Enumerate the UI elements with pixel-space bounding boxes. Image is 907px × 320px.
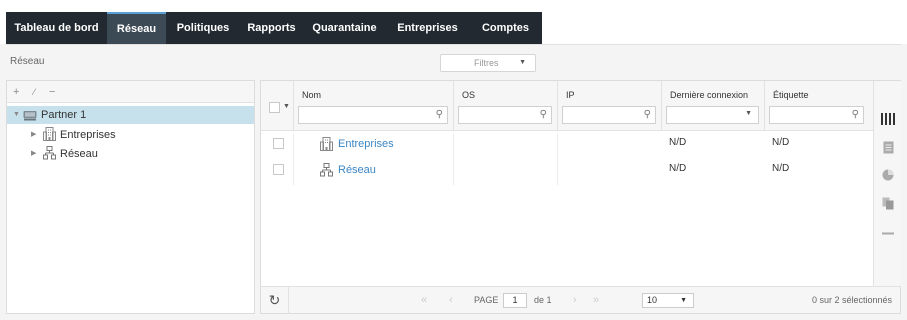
breadcrumb: Réseau — [10, 56, 45, 67]
grid-header: ▼ Nom ⚲ OS ⚲ IP ⚲ Dernière connexion ▼ É… — [261, 81, 873, 131]
column-header-label: OS — [462, 90, 476, 100]
remove-icon[interactable]: − — [49, 86, 55, 98]
tree-item-label: Partner 1 — [41, 109, 87, 121]
cell-text: N/D — [772, 137, 790, 148]
page-number-input[interactable]: 1 — [503, 293, 527, 308]
collapsed-arrow-icon[interactable]: ▶ — [31, 126, 36, 144]
grid-side-toolbar — [873, 81, 901, 286]
page-size-value: 10 — [647, 295, 658, 305]
search-icon[interactable]: ⚲ — [436, 109, 443, 120]
os-filter-input[interactable]: ⚲ — [458, 106, 552, 124]
tree-panel: + ⁄ − ▼ Partner 1 ▶ Entreprises ▶ Réseau — [6, 80, 255, 314]
collapsed-arrow-icon[interactable]: ▶ — [31, 145, 36, 163]
row-name-link[interactable]: Entreprises — [320, 134, 394, 154]
column-ip: IP ⚲ — [557, 81, 661, 131]
add-icon[interactable]: + — [13, 86, 19, 98]
ip-filter-input[interactable]: ⚲ — [562, 106, 656, 124]
tab-rapports[interactable]: Rapports — [240, 12, 303, 44]
tag-filter-input[interactable]: ⚲ — [769, 106, 864, 124]
row-checkbox[interactable] — [273, 164, 284, 175]
column-header-label: IP — [566, 90, 575, 100]
row-name-link[interactable]: Réseau — [320, 160, 376, 180]
page-label: PAGE — [474, 295, 499, 305]
tree-toolbar: + ⁄ − — [7, 81, 254, 103]
chevron-down-icon: ▼ — [745, 110, 752, 117]
chevron-down-icon: ▼ — [519, 59, 526, 66]
select-all-checkbox[interactable] — [269, 102, 280, 113]
refresh-icon[interactable]: ↻ — [261, 287, 289, 314]
tree-item-partner-1[interactable]: ▼ Partner 1 — [7, 106, 254, 124]
edit-icon[interactable]: ⁄ — [33, 87, 35, 97]
filters-label: Filtres — [474, 58, 499, 68]
table-row[interactable]: Entreprises N/D N/D — [261, 133, 873, 159]
column-header-label: Nom — [302, 90, 322, 100]
prev-page-icon[interactable]: ‹ — [449, 287, 453, 314]
chevron-down-icon: ▼ — [680, 297, 687, 304]
column-derniere-connexion: Dernière connexion ▼ — [661, 81, 764, 131]
network-icon — [43, 146, 56, 166]
last-connection-filter-select[interactable]: ▼ — [666, 106, 759, 124]
selection-count: 0 sur 2 sélectionnés — [812, 295, 893, 305]
cell-os — [453, 159, 557, 185]
cell-last-connection: N/D — [669, 133, 764, 159]
cell-tag: N/D — [772, 133, 867, 159]
breadcrumb-bar: Réseau Filtres ▼ — [6, 44, 901, 78]
copy-icon[interactable] — [878, 193, 898, 213]
cell-ip — [557, 133, 661, 159]
tree-item-reseau[interactable]: ▶ Réseau — [7, 145, 254, 163]
cell-text: N/D — [669, 163, 687, 174]
column-header-label: Dernière connexion — [670, 90, 749, 100]
next-page-icon[interactable]: › — [573, 287, 577, 314]
remove-icon[interactable] — [878, 223, 898, 243]
pie-chart-icon[interactable] — [878, 165, 898, 185]
cell-text: N/D — [772, 163, 790, 174]
tab-quarantaine[interactable]: Quarantaine — [303, 12, 386, 44]
cell-text: N/D — [669, 137, 687, 148]
top-navigation: Tableau de bord Réseau Politiques Rappor… — [0, 0, 907, 44]
tree-item-label: Réseau — [60, 148, 98, 160]
column-etiquette: Étiquette ⚲ — [764, 81, 873, 131]
building-icon — [43, 127, 56, 147]
nav-bar: Tableau de bord Réseau Politiques Rappor… — [6, 12, 542, 44]
tab-comptes[interactable]: Comptes — [469, 12, 542, 44]
chevron-down-icon[interactable]: ▼ — [283, 103, 290, 110]
columns-icon[interactable] — [878, 109, 898, 129]
search-icon[interactable]: ⚲ — [540, 109, 547, 120]
table-row[interactable]: Réseau N/D N/D — [261, 159, 873, 185]
tab-entreprises[interactable]: Entreprises — [386, 12, 469, 44]
tree-item-entreprises[interactable]: ▶ Entreprises — [7, 126, 254, 144]
row-checkbox[interactable] — [273, 138, 284, 149]
first-page-icon[interactable]: « — [421, 287, 427, 314]
column-nom: Nom ⚲ — [293, 81, 453, 131]
report-icon[interactable] — [878, 137, 898, 157]
tab-reseau[interactable]: Réseau — [107, 12, 166, 44]
column-os: OS ⚲ — [453, 81, 557, 131]
cell-ip — [557, 159, 661, 185]
page-size-select[interactable]: 10 ▼ — [642, 293, 694, 308]
network-grid-panel: ▼ Nom ⚲ OS ⚲ IP ⚲ Dernière connexion ▼ É… — [260, 80, 901, 314]
last-page-icon[interactable]: » — [593, 287, 599, 314]
column-header-label: Étiquette — [773, 90, 809, 100]
cell-last-connection: N/D — [669, 159, 764, 185]
filters-dropdown[interactable]: Filtres ▼ — [440, 54, 536, 72]
computer-icon — [23, 109, 37, 127]
expanded-arrow-icon[interactable]: ▼ — [13, 106, 20, 124]
tree-item-label: Entreprises — [60, 129, 116, 141]
cell-name: Réseau — [293, 159, 453, 185]
cell-os — [453, 133, 557, 159]
tab-tableau-de-bord[interactable]: Tableau de bord — [6, 12, 107, 44]
tab-politiques[interactable]: Politiques — [166, 12, 240, 44]
cell-tag: N/D — [772, 159, 867, 185]
page-total-label: de 1 — [534, 295, 552, 305]
cell-name: Entreprises — [293, 133, 453, 159]
search-icon[interactable]: ⚲ — [852, 109, 859, 120]
search-icon[interactable]: ⚲ — [644, 109, 651, 120]
grid-footer: ↻ « ‹ PAGE 1 de 1 › » 10 ▼ 0 sur 2 sélec… — [261, 286, 900, 314]
name-filter-input[interactable]: ⚲ — [298, 106, 448, 124]
